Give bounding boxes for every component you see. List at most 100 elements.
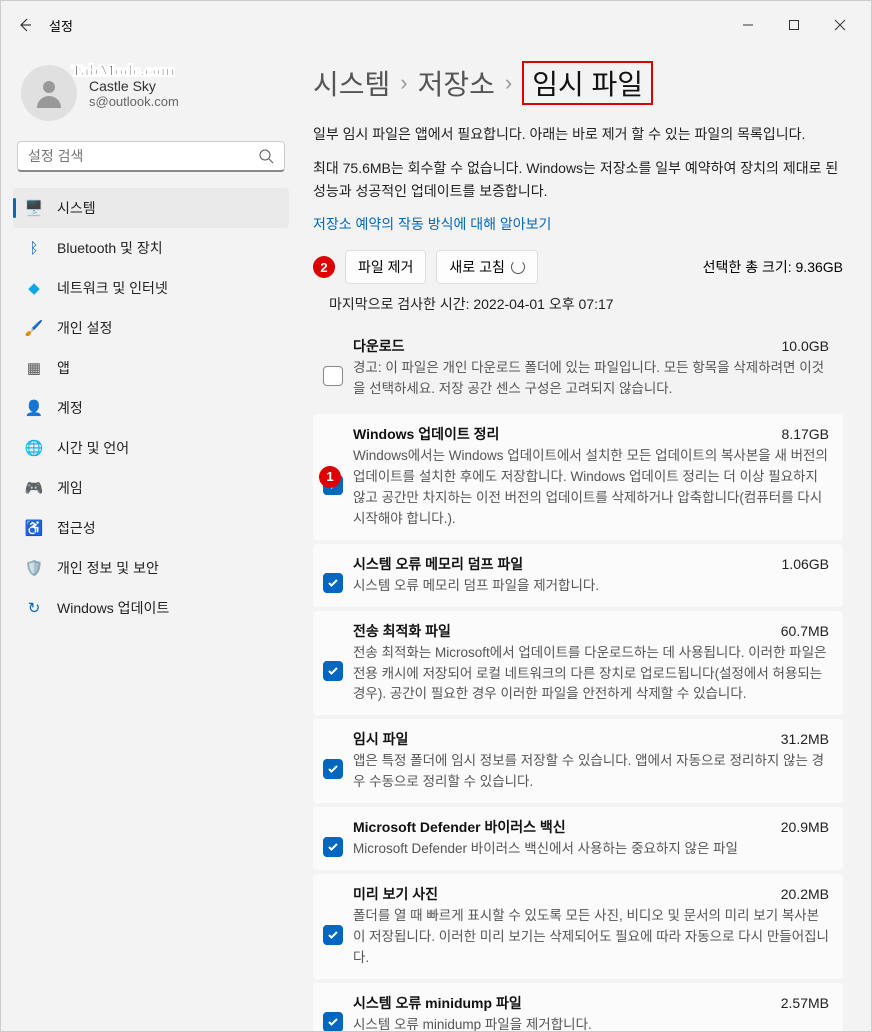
last-scan-time: 마지막으로 검사한 시간: 2022-04-01 오후 07:17: [329, 294, 843, 314]
breadcrumb: 시스템 › 저장소 › 임시 파일: [313, 61, 843, 105]
file-checkbox[interactable]: [323, 759, 343, 779]
file-item: 미리 보기 사진 20.2MB 폴더를 열 때 빠르게 표시할 수 있도록 모든 사…: [313, 874, 843, 979]
sidebar: Castle Sky s@outlook.com TabMode.com 🖥️ 시…: [1, 49, 301, 1031]
refresh-button[interactable]: 새로 고침: [436, 250, 537, 284]
sidebar-item[interactable]: 👤 계정: [13, 388, 289, 428]
annotation-badge-2: 2: [313, 256, 335, 278]
nav-label: 게임: [57, 478, 83, 498]
file-size: 8.17GB: [782, 426, 829, 442]
profile-name: Castle Sky: [89, 78, 179, 94]
file-description: 앱은 특정 폴더에 임시 정보를 저장할 수 있습니다. 앱에서 자동으로 정리…: [353, 751, 829, 793]
file-description: 전송 최적화는 Microsoft에서 업데이트를 다운로드하는 데 사용됩니다…: [353, 643, 829, 706]
description-1: 일부 임시 파일은 앱에서 필요합니다. 아래는 바로 제거 할 수 있는 파일…: [313, 123, 843, 145]
learn-more-link[interactable]: 저장소 예약의 작동 방식에 대해 알아보기: [313, 214, 551, 234]
file-description: 폴더를 열 때 빠르게 표시할 수 있도록 모든 사진, 비디오 및 문서의 미…: [353, 906, 829, 969]
nav-icon: 🖥️: [25, 199, 43, 217]
sidebar-item[interactable]: ◆ 네트워크 및 인터넷: [13, 268, 289, 308]
nav-label: Bluetooth 및 장치: [57, 238, 163, 258]
nav-label: 시스템: [57, 198, 96, 218]
file-item: 다운로드10.0GB경고: 이 파일은 개인 다운로드 폴더에 있는 파일입니다…: [313, 326, 843, 410]
chevron-right-icon: ›: [505, 70, 512, 96]
sidebar-item[interactable]: 🖌️ 개인 설정: [13, 308, 289, 348]
file-checkbox[interactable]: [323, 925, 343, 945]
file-size: 31.2MB: [781, 731, 829, 747]
file-checkbox[interactable]: [323, 661, 343, 681]
back-button[interactable]: [9, 9, 41, 41]
nav-icon: 🛡️: [25, 559, 43, 577]
sidebar-item[interactable]: ᛒ Bluetooth 및 장치: [13, 228, 289, 268]
sidebar-item[interactable]: 🎮게임: [13, 468, 289, 508]
file-checkbox[interactable]: [323, 573, 343, 593]
breadcrumb-system[interactable]: 시스템: [313, 63, 390, 103]
search-icon: [258, 148, 274, 164]
nav-label: 시간 및 언어: [57, 438, 129, 458]
file-size: 60.7MB: [781, 623, 829, 639]
maximize-button[interactable]: [771, 9, 817, 41]
file-size: 20.2MB: [781, 886, 829, 902]
file-title: Windows 업데이트 정리: [353, 424, 499, 444]
nav-list: 🖥️ 시스템 ᛒ Bluetooth 및 장치 ◆ 네트워크 및 인터넷 🖌️ 개인 설정 ▦앱…: [13, 188, 289, 628]
nav-label: 개인 정보 및 보안: [57, 558, 159, 578]
sidebar-item[interactable]: 🌐 시간 및 언어: [13, 428, 289, 468]
annotation-badge-1: 1: [319, 466, 341, 488]
file-item: 1 Windows 업데이트 정리 8.17GB Windows에서는 Windows…: [313, 414, 843, 540]
person-icon: [31, 75, 67, 111]
profile-email: s@outlook.com: [89, 94, 179, 109]
file-size: 20.9MB: [781, 819, 829, 835]
description-2: 최대 75.6MB는 회수할 수 없습니다. Windows는 저장소를 일부 …: [313, 157, 843, 202]
app-title: 설정: [49, 16, 73, 35]
file-item: 전송 최적화 파일 60.7MB 전송 최적화는 Microsoft에서 업데이트를…: [313, 611, 843, 716]
refresh-icon: [511, 260, 525, 274]
nav-label: 네트워크 및 인터넷: [57, 278, 168, 298]
nav-icon: 👤: [25, 399, 43, 417]
breadcrumb-storage[interactable]: 저장소: [418, 63, 495, 103]
search-box[interactable]: [17, 141, 285, 172]
nav-label: 앱: [57, 358, 70, 378]
nav-icon: 🖌️: [25, 319, 43, 337]
file-checkbox[interactable]: [323, 1012, 343, 1031]
avatar: [21, 65, 77, 121]
sidebar-item[interactable]: ↻Windows 업데이트: [13, 588, 289, 628]
nav-icon: ◆: [25, 279, 43, 297]
nav-icon: ᛒ: [25, 239, 43, 257]
file-item: 시스템 오류 minidump 파일2.57MB시스템 오류 minidump …: [313, 983, 843, 1031]
search-input[interactable]: [28, 148, 258, 164]
nav-label: 계정: [57, 398, 83, 418]
file-checkbox[interactable]: [323, 837, 343, 857]
nav-icon: ↻: [25, 599, 43, 617]
nav-label: 접근성: [57, 518, 96, 538]
minimize-icon: [742, 19, 754, 31]
titlebar: 설정: [1, 1, 871, 49]
file-title: 시스템 오류 메모리 덤프 파일: [353, 554, 523, 574]
file-list: 다운로드10.0GB경고: 이 파일은 개인 다운로드 폴더에 있는 파일입니다…: [313, 326, 843, 1031]
file-title: 미리 보기 사진: [353, 884, 438, 904]
breadcrumb-current: 임시 파일: [522, 61, 653, 105]
file-title: Microsoft Defender 바이러스 백신: [353, 817, 566, 837]
file-title: 임시 파일: [353, 729, 408, 749]
file-description: 시스템 오류 메모리 덤프 파일을 제거합니다.: [353, 576, 829, 597]
main-content: 시스템 › 저장소 › 임시 파일 일부 임시 파일은 앱에서 필요합니다. 아…: [301, 49, 871, 1031]
file-size: 2.57MB: [781, 995, 829, 1011]
close-button[interactable]: [817, 9, 863, 41]
nav-icon: ♿: [25, 519, 43, 537]
file-title: 전송 최적화 파일: [353, 621, 451, 641]
minimize-button[interactable]: [725, 9, 771, 41]
file-description: 경고: 이 파일은 개인 다운로드 폴더에 있는 파일입니다. 모든 항목을 삭…: [353, 358, 829, 400]
nav-label: 개인 설정: [57, 318, 112, 338]
chevron-right-icon: ›: [400, 70, 407, 96]
profile[interactable]: Castle Sky s@outlook.com TabMode.com: [13, 57, 289, 129]
file-item: 시스템 오류 메모리 덤프 파일1.06GB시스템 오류 메모리 덤프 파일을 …: [313, 544, 843, 607]
sidebar-item[interactable]: ♿ 접근성: [13, 508, 289, 548]
file-description: Windows에서는 Windows 업데이트에서 설치한 모든 업데이트의 복…: [353, 446, 829, 530]
nav-icon: 🌐: [25, 439, 43, 457]
sidebar-item[interactable]: 🖥️ 시스템: [13, 188, 289, 228]
total-selected-size: 선택한 총 크기: 9.36GB: [703, 257, 843, 277]
action-row: 2 파일 제거 새로 고침 선택한 총 크기: 9.36GB: [313, 250, 843, 284]
remove-files-button[interactable]: 파일 제거: [345, 250, 426, 284]
sidebar-item[interactable]: 🛡️ 개인 정보 및 보안: [13, 548, 289, 588]
sidebar-item[interactable]: ▦앱: [13, 348, 289, 388]
arrow-left-icon: [17, 17, 33, 33]
file-item: 임시 파일 31.2MB 앱은 특정 폴더에 임시 정보를 저장할 수 있습니다. …: [313, 719, 843, 803]
file-description: 시스템 오류 minidump 파일을 제거합니다.: [353, 1015, 829, 1031]
file-checkbox[interactable]: [323, 366, 343, 386]
